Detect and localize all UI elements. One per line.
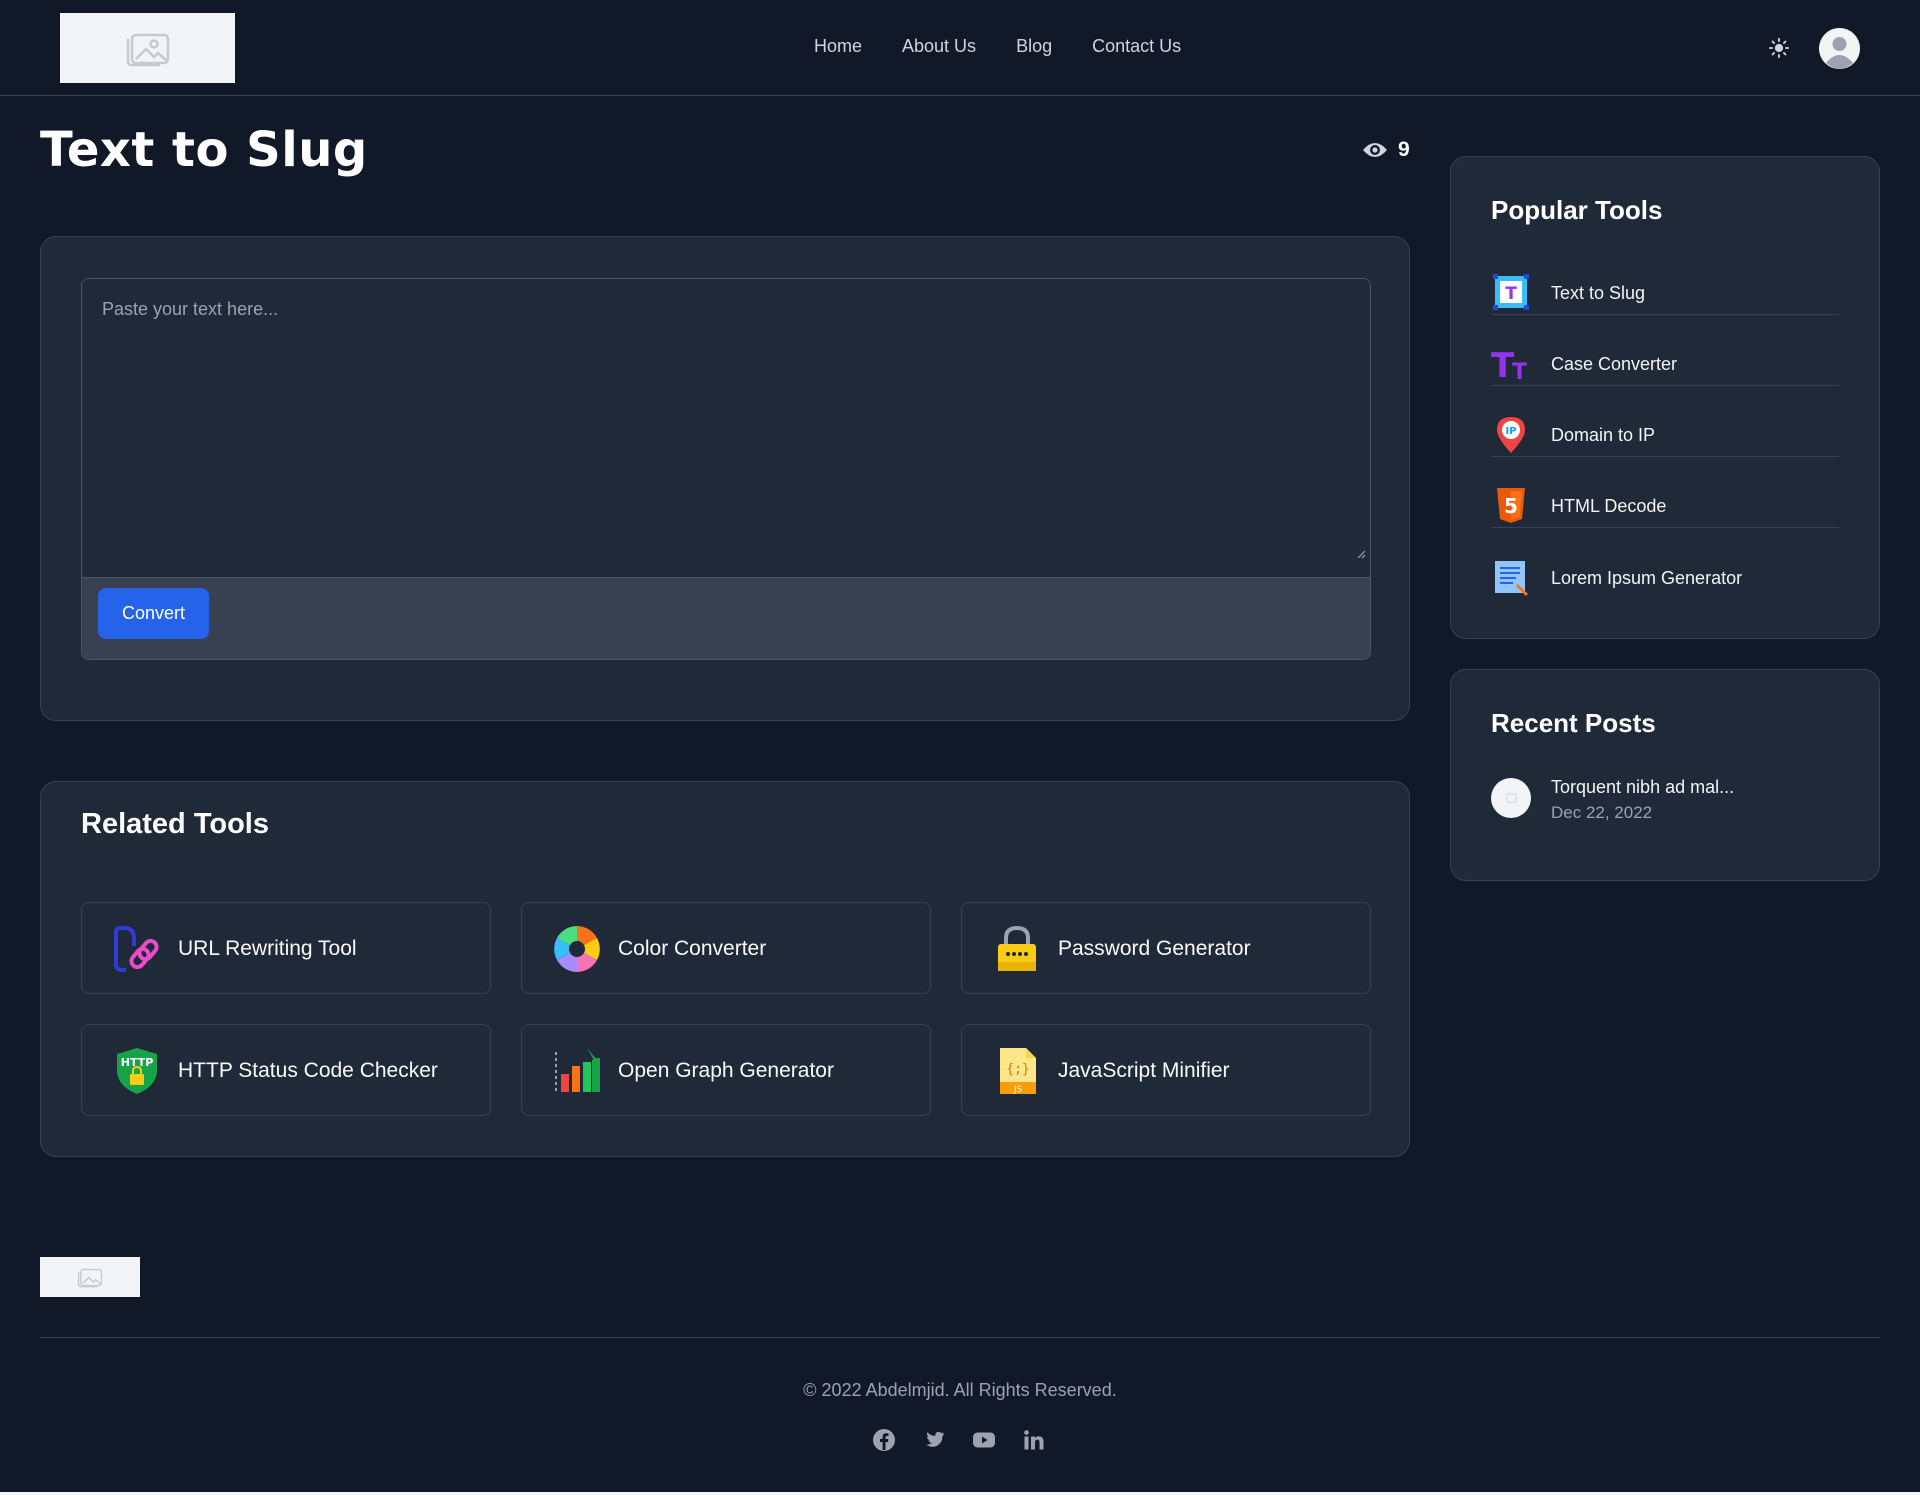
popular-tool-label: Text to Slug [1551, 283, 1646, 303]
popular-tool-domain-to-ip[interactable]: IP Domain to IP [1491, 394, 1839, 465]
image-placeholder-icon [77, 1268, 103, 1288]
popular-tool-lorem-ipsum[interactable]: Lorem Ipsum Generator [1491, 537, 1839, 608]
related-tool-http-status[interactable]: HTTP HTTP Status Code Checker [81, 1024, 491, 1116]
related-tools: Related Tools URL Rewriting Tool Color C… [40, 781, 1410, 1157]
popular-tool-label: Lorem Ipsum Generator [1551, 568, 1743, 588]
document-icon [1495, 561, 1529, 597]
site-header: Home About Us Blog Contact Us [0, 0, 1920, 96]
user-avatar[interactable] [1819, 28, 1860, 69]
svg-text:T: T [1505, 284, 1517, 304]
view-count-value: 9 [1398, 138, 1410, 161]
youtube-icon[interactable] [972, 1428, 996, 1452]
related-tool-label: JavaScript Minifier [1058, 1059, 1230, 1082]
svg-text:{;}: {;} [1006, 1062, 1029, 1077]
nav-about-us[interactable]: About Us [882, 36, 996, 57]
editor-footer: Convert [82, 577, 1370, 659]
padlock-icon [998, 925, 1036, 971]
divider [1491, 385, 1839, 386]
popular-tool-case-converter[interactable]: T T Case Converter [1491, 323, 1839, 394]
site-logo[interactable] [60, 13, 235, 83]
popular-tools-heading: Popular Tools [1491, 195, 1663, 225]
related-tool-label: Open Graph Generator [618, 1059, 834, 1082]
sun-icon [1768, 37, 1790, 59]
recent-posts-heading: Recent Posts [1491, 708, 1656, 738]
case-tt-icon: T T [1491, 346, 1527, 383]
popular-tools-card: Popular Tools T Text to Slug T T Case Co… [1450, 156, 1880, 639]
divider [1491, 456, 1839, 457]
linkedin-icon[interactable] [1022, 1428, 1046, 1452]
image-placeholder-icon [126, 33, 169, 67]
color-wheel-icon [554, 926, 600, 972]
copyright-text: © 2022 Abdelmjid. All Rights Reserved. [803, 1380, 1117, 1400]
text-editor: Convert [81, 278, 1371, 660]
divider [1491, 314, 1839, 315]
js-file-icon: {;} JS [1000, 1048, 1036, 1095]
eye-icon [1363, 143, 1387, 157]
user-icon [1819, 28, 1860, 69]
nav-contact-us[interactable]: Contact Us [1072, 36, 1201, 57]
social-links [872, 1428, 1046, 1452]
recent-post-date: Dec 22, 2022 [1551, 803, 1653, 822]
ip-pin-icon: IP [1497, 417, 1525, 453]
text-input[interactable] [82, 279, 1370, 577]
related-tool-password-generator[interactable]: Password Generator [961, 902, 1371, 994]
footer-logo[interactable] [40, 1257, 140, 1297]
footer-divider [40, 1337, 1880, 1338]
popular-tool-label: Case Converter [1551, 354, 1678, 374]
related-tool-open-graph[interactable]: Open Graph Generator [521, 1024, 931, 1116]
divider [1491, 527, 1839, 528]
related-tool-label: Color Converter [618, 937, 767, 960]
text-t-icon: T [1493, 274, 1529, 310]
post-thumbnail[interactable] [1491, 778, 1531, 818]
popular-tool-label: HTML Decode [1551, 496, 1667, 516]
theme-toggle-button[interactable] [1764, 33, 1794, 63]
tool-card: Convert [40, 236, 1410, 721]
related-tool-js-minifier[interactable]: {;} JS JavaScript Minifier [961, 1024, 1371, 1116]
view-count: 9 [1362, 138, 1410, 162]
recent-posts-card: Recent Posts Torquent nibh ad mal... Dec… [1450, 669, 1880, 881]
related-tool-color-converter[interactable]: Color Converter [521, 902, 931, 994]
related-tool-label: Password Generator [1058, 937, 1251, 960]
recent-post-title[interactable]: Torquent nibh ad mal... [1551, 777, 1734, 798]
svg-text:IP: IP [1505, 426, 1516, 437]
popular-tool-label: Domain to IP [1551, 425, 1656, 445]
nav-home[interactable]: Home [794, 36, 882, 57]
http-shield-icon: HTTP [117, 1048, 157, 1094]
twitter-icon[interactable] [922, 1428, 946, 1452]
svg-text:JS: JS [1013, 1085, 1023, 1095]
main-nav: Home About Us Blog Contact Us [794, 36, 1201, 57]
html5-icon: 5 [1497, 488, 1525, 523]
popular-tool-html-decode[interactable]: 5 HTML Decode [1491, 465, 1839, 536]
related-tool-label: HTTP Status Code Checker [178, 1059, 438, 1082]
svg-text:T: T [1512, 360, 1527, 383]
page-title: Text to Slug [40, 122, 368, 178]
related-tool-label: URL Rewriting Tool [178, 937, 357, 960]
link-icon [114, 926, 159, 972]
svg-text:5: 5 [1504, 494, 1518, 518]
bar-chart-icon [555, 1048, 600, 1092]
nav-blog[interactable]: Blog [996, 36, 1072, 57]
related-tools-heading: Related Tools [81, 808, 269, 840]
popular-tool-text-to-slug[interactable]: T Text to Slug [1491, 252, 1839, 323]
related-tool-url-rewriting[interactable]: URL Rewriting Tool [81, 902, 491, 994]
convert-button[interactable]: Convert [98, 588, 209, 639]
image-placeholder-icon [1506, 793, 1517, 803]
facebook-icon[interactable] [872, 1428, 896, 1452]
resize-handle-icon[interactable] [1356, 549, 1366, 559]
